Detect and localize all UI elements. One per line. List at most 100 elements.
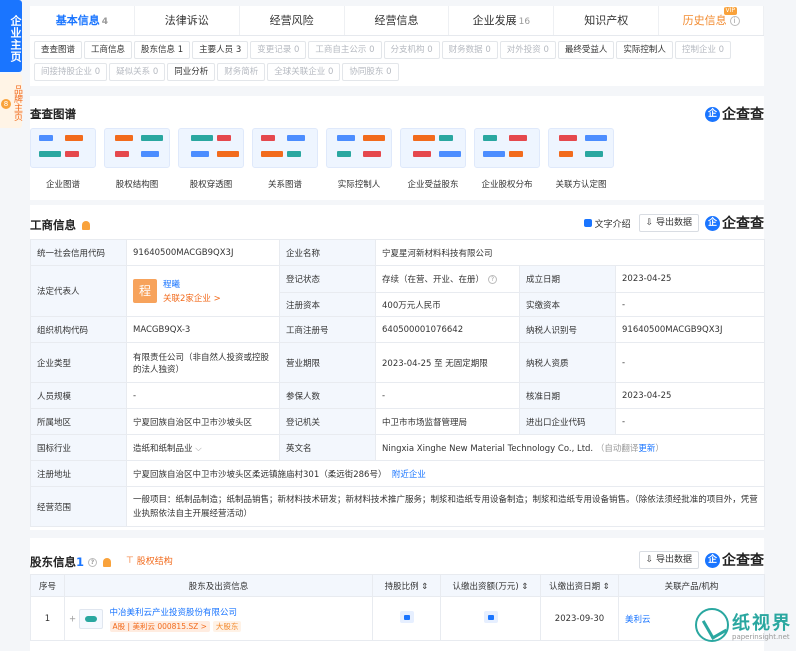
- industry-cell[interactable]: 造纸和纸制品业 ⌵: [126, 434, 280, 461]
- bell-icon[interactable]: [103, 558, 112, 567]
- text-intro-label: 文字介绍: [594, 219, 631, 230]
- reg-capital-value: 400万元人民币: [375, 292, 520, 317]
- nearby-companies-link[interactable]: 附近企业: [392, 470, 426, 480]
- table-row: 人员规模 - 参保人数 - 核准日期 2023-04-25: [30, 382, 765, 409]
- paid-capital-key: 实缴资本: [519, 292, 616, 317]
- business-info-table: 统一社会信用代码 91640500MACGB9QX3J 企业名称 宁夏星河新材料…: [30, 239, 765, 527]
- column-header-4[interactable]: 认缴出资日期 ⇕: [540, 574, 619, 597]
- graph-thumbnails: 企业图谱 股权结构图 股权穿透图 关系图谱 实际控制人 企业受益股东 企业股权分布 关联方认定…: [30, 128, 622, 190]
- graph-thumb-0[interactable]: 企业图谱: [30, 128, 96, 190]
- tab-0[interactable]: 基本信息 4: [30, 6, 135, 35]
- table-row: 所属地区 宁夏回族自治区中卫市沙坡头区 登记机关 中卫市市场监督管理局 进出口企…: [30, 408, 765, 435]
- tab-1[interactable]: 法律诉讼: [135, 6, 240, 35]
- text-intro-button[interactable]: 文字介绍: [583, 217, 631, 230]
- subtab-17[interactable]: 协同股东 0: [342, 63, 399, 81]
- related-product-link[interactable]: 美利云: [625, 615, 651, 625]
- graph-thumb-block: [483, 151, 505, 157]
- subtab-7[interactable]: 财务数据 0: [441, 41, 498, 59]
- legal-rep-avatar[interactable]: 程: [133, 279, 157, 303]
- info-icon[interactable]: i: [729, 16, 740, 26]
- company-logo[interactable]: [78, 608, 103, 629]
- graph-thumb-block: [217, 135, 231, 141]
- graph-thumb-label: 实际控制人: [337, 180, 381, 190]
- graph-thumb-image: [326, 128, 392, 168]
- graph-thumb-2[interactable]: 股权穿透图: [178, 128, 244, 190]
- subtab-2[interactable]: 股东信息 1: [134, 41, 191, 59]
- graph-thumb-4[interactable]: 实际控制人: [326, 128, 392, 190]
- chevron-down-icon[interactable]: ⌵: [195, 444, 201, 454]
- lock-icon[interactable]: [399, 611, 414, 623]
- graph-thumb-3[interactable]: 关系图谱: [252, 128, 318, 190]
- help-icon[interactable]: ?: [88, 558, 98, 567]
- row-index: 1: [30, 596, 65, 641]
- tab-6[interactable]: 历史信息 VIP i: [659, 6, 765, 35]
- qcc-brand-text: 企查查: [722, 216, 764, 232]
- export-data-button[interactable]: ⇩ 导出数据: [638, 551, 699, 569]
- tab-4[interactable]: 企业发展 16: [449, 6, 555, 35]
- subtab-12[interactable]: 间接持股企业 0: [34, 63, 108, 81]
- equity-structure-label: 股权结构: [136, 557, 173, 567]
- graph-thumb-block: [65, 151, 79, 157]
- tab-3[interactable]: 经营信息: [345, 6, 450, 35]
- equity-structure-link[interactable]: ⊤ 股权结构: [126, 554, 173, 568]
- export-data-button[interactable]: ⇩ 导出数据: [638, 214, 699, 232]
- column-header-3[interactable]: 认缴出资额(万元) ⇕: [440, 574, 541, 597]
- subtab-8[interactable]: 对外投资 0: [499, 41, 556, 59]
- english-name-cell: Ningxia Xinghe New Material Technology C…: [375, 434, 765, 461]
- authority-key: 登记机关: [279, 408, 376, 435]
- legal-rep: 程 程曦 关联2家企业 >: [133, 278, 273, 304]
- graph-thumb-5[interactable]: 企业受益股东: [400, 128, 466, 190]
- subtab-6[interactable]: 分支机构 0: [383, 41, 440, 59]
- translate-update-link[interactable]: 更新: [638, 444, 655, 454]
- side-nav-company-home[interactable]: 企业主页: [0, 0, 22, 72]
- subtab-16[interactable]: 全球关联企业 0: [267, 63, 341, 81]
- graph-thumb-block: [261, 151, 283, 157]
- column-header-5: 关联产品/机构: [618, 574, 765, 597]
- insured-value: -: [375, 382, 520, 409]
- tab-label: 经营风险: [269, 14, 314, 27]
- subtab-0[interactable]: 查查图谱: [34, 41, 83, 59]
- watermark-en: paperinsight.net: [732, 633, 790, 641]
- industry-key: 国标行业: [30, 434, 127, 461]
- graph-thumb-block: [39, 151, 61, 157]
- bell-icon[interactable]: [82, 221, 90, 230]
- lock-icon[interactable]: [483, 611, 498, 623]
- legal-rep-related-link[interactable]: 关联2家企业 >: [163, 292, 221, 304]
- subtab-14[interactable]: 同业分析: [167, 63, 216, 81]
- graph-thumb-block: [287, 135, 305, 141]
- tab-2[interactable]: 经营风险: [240, 6, 345, 35]
- company-name-key: 企业名称: [279, 239, 376, 266]
- graph-thumb-block: [141, 151, 159, 157]
- subtab-9[interactable]: 最终受益人: [557, 41, 615, 59]
- graph-thumb-block: [439, 151, 461, 157]
- watermark-logo-icon: [695, 608, 729, 642]
- graph-thumb-7[interactable]: 关联方认定图: [548, 128, 614, 190]
- help-icon[interactable]: ?: [488, 275, 498, 284]
- legal-rep-name[interactable]: 程曦: [163, 278, 221, 290]
- english-name-key: 英文名: [279, 434, 376, 461]
- subtab-15[interactable]: 财务简析: [217, 63, 266, 81]
- shareholder-name[interactable]: 中冶美利云产业投资股份有限公司: [110, 606, 245, 618]
- subtab-10[interactable]: 实际控制人: [616, 41, 673, 59]
- graph-thumb-1[interactable]: 股权结构图: [104, 128, 170, 190]
- expand-icon[interactable]: +: [69, 614, 76, 624]
- subtab-5[interactable]: 工商自主公示 0: [308, 41, 382, 59]
- table-row: 企业类型 有限责任公司（非自然人投资或控股的法人独资） 营业期限 2023-04…: [30, 342, 765, 383]
- graph-thumb-6[interactable]: 企业股权分布: [474, 128, 540, 190]
- subtab-1[interactable]: 工商信息: [84, 41, 133, 59]
- tab-5[interactable]: 知识产权: [554, 6, 660, 35]
- company-type-key: 企业类型: [30, 342, 127, 383]
- stock-tag[interactable]: A股 | 美利云 000815.SZ >: [109, 620, 210, 632]
- subtab-4[interactable]: 变更记录 0: [250, 41, 307, 59]
- graph-thumb-block: [509, 135, 527, 141]
- graph-thumb-image: [548, 128, 614, 168]
- subtab-13[interactable]: 疑似关系 0: [109, 63, 166, 81]
- subtab-11[interactable]: 控制企业 0: [674, 41, 732, 59]
- org-code-value: MACGB9QX-3: [126, 316, 280, 343]
- column-header-2[interactable]: 持股比例 ⇕: [372, 574, 441, 597]
- subtab-3[interactable]: 主要人员 3: [192, 41, 249, 59]
- side-nav-brand-home[interactable]: 品牌主页 8: [0, 74, 22, 128]
- graph-thumb-image: [178, 128, 244, 168]
- scope-value: 一般项目：纸制品制造；纸制品销售；新材料技术研发；新材料技术推广服务；制浆和造纸…: [126, 486, 765, 527]
- company-name-value: 宁夏星河新材料科技有限公司: [375, 239, 765, 266]
